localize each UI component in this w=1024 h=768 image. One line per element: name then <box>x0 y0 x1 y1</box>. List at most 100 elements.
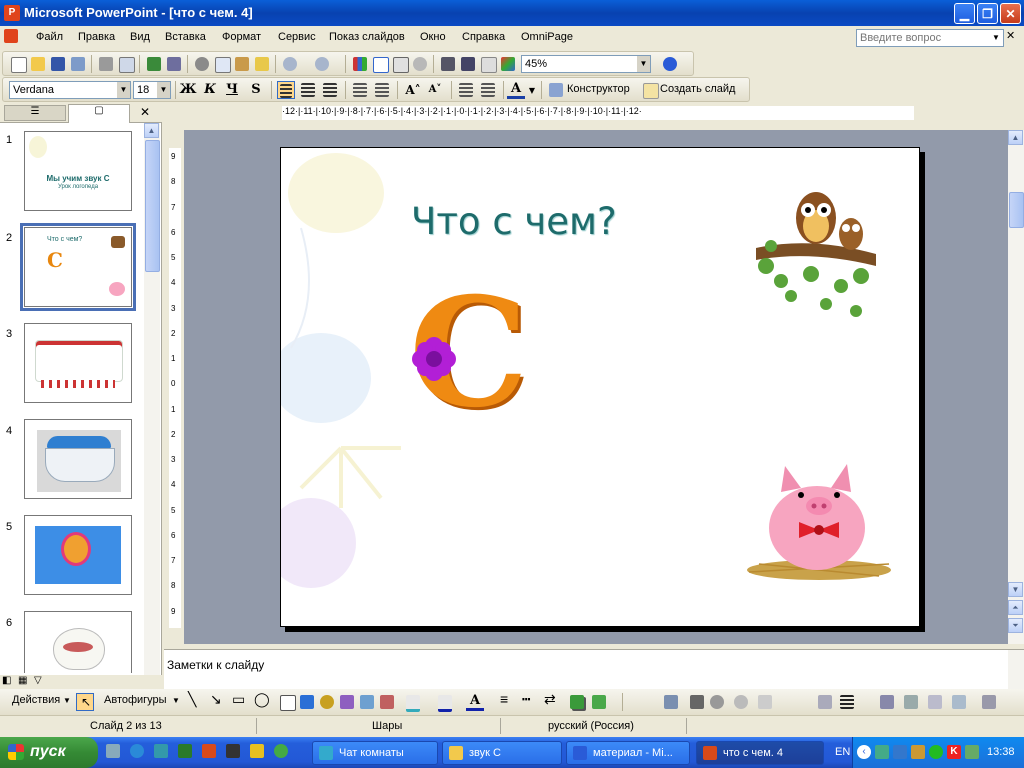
chevron-down-icon[interactable]: ▼ <box>63 696 71 705</box>
powerpoint-app-icon[interactable]: P <box>4 5 20 21</box>
bold-button[interactable]: Ж <box>179 81 197 99</box>
autoshapes-menu[interactable]: Автофигуры <box>104 694 167 706</box>
font-size-combo[interactable]: 18 ▼ <box>133 81 171 99</box>
3d-style-icon[interactable] <box>590 693 608 711</box>
close-button[interactable]: ✕ <box>1000 3 1021 24</box>
slides-pane-scrollbar[interactable]: ▲ <box>144 123 160 675</box>
slideshow-view-icon[interactable]: ▽ <box>34 675 42 686</box>
insert-chart-icon[interactable] <box>351 55 369 73</box>
format-picture-icon[interactable] <box>902 693 920 711</box>
brightness-icon[interactable] <box>732 693 750 711</box>
permission-icon[interactable] <box>69 55 87 73</box>
restore-button[interactable]: ❐ <box>977 3 998 24</box>
expand-all-icon[interactable] <box>439 55 457 73</box>
insert-diagram-icon[interactable] <box>411 55 429 73</box>
font-color-icon[interactable]: A <box>466 693 484 711</box>
slide-thumbnail-4[interactable] <box>24 419 132 499</box>
oval-icon[interactable]: ◯ <box>254 691 270 708</box>
slide-title[interactable]: Что с чем? <box>411 200 617 243</box>
browser-icon[interactable] <box>130 744 144 758</box>
menu-format[interactable]: Формат <box>222 31 261 43</box>
select-pointer-icon[interactable]: ↖ <box>76 693 94 711</box>
save-icon[interactable] <box>49 55 67 73</box>
slides-tab-icon[interactable]: ▢ <box>68 104 130 123</box>
slide-thumbnail-5[interactable] <box>24 515 132 595</box>
shadow-style-icon[interactable] <box>568 693 586 711</box>
clipart-icon[interactable] <box>338 693 356 711</box>
insert-image-icon[interactable] <box>378 693 396 711</box>
powerpoint-quick-icon[interactable] <box>202 744 216 758</box>
menu-tools[interactable]: Сервис <box>278 31 316 43</box>
designer-button[interactable]: Конструктор <box>567 83 630 95</box>
print-icon[interactable] <box>97 55 115 73</box>
line-icon[interactable]: ╲ <box>188 691 196 708</box>
align-center-icon[interactable] <box>299 81 317 99</box>
chevron-down-icon[interactable]: ▼ <box>172 696 180 705</box>
actions-menu[interactable]: Действия <box>12 694 60 706</box>
insert-picture-icon[interactable] <box>358 693 376 711</box>
chevron-down-icon[interactable]: ▼ <box>637 56 650 72</box>
slide-thumbnail-3[interactable] <box>24 323 132 403</box>
decrease-font-icon[interactable]: A˅ <box>425 81 445 99</box>
document-icon[interactable] <box>4 29 18 43</box>
group-icon[interactable] <box>980 693 998 711</box>
picture-color-icon[interactable] <box>688 693 706 711</box>
scroll-up-icon[interactable]: ▲ <box>1008 130 1023 145</box>
designer-icon[interactable] <box>547 81 565 99</box>
scroll-up-icon[interactable]: ▲ <box>144 123 159 138</box>
new-icon[interactable] <box>9 55 27 73</box>
show-desktop-icon[interactable] <box>106 744 120 758</box>
minimize-button[interactable]: ▁ <box>954 3 975 24</box>
previous-slide-icon[interactable]: ⏶ <box>1008 600 1023 615</box>
icq-icon[interactable] <box>929 745 943 759</box>
language-indicator[interactable]: EN <box>835 746 850 758</box>
undo-icon[interactable] <box>281 55 299 73</box>
task-word[interactable]: материал - Mi... <box>566 741 690 765</box>
chevron-down-icon[interactable]: ▼ <box>117 82 130 98</box>
menu-file[interactable]: Файл <box>36 31 63 43</box>
chevron-down-icon[interactable]: ▼ <box>989 30 1003 46</box>
close-document-icon[interactable]: ✕ <box>1006 29 1015 42</box>
cut-icon[interactable] <box>193 55 211 73</box>
chevron-down-icon[interactable]: ▼ <box>157 82 170 98</box>
dash-style-icon[interactable]: ┅ <box>522 691 530 708</box>
redo-icon[interactable] <box>313 55 331 73</box>
volume-icon[interactable] <box>965 745 979 759</box>
shadow-button[interactable]: S <box>247 81 265 99</box>
slide-scrollbar[interactable]: ▲ ▼ ⏶ ⏷ <box>1008 130 1024 644</box>
new-slide-icon[interactable] <box>641 81 659 99</box>
task-folder[interactable]: звук С <box>442 741 562 765</box>
rectangle-icon[interactable]: ▭ <box>232 691 245 708</box>
start-button[interactable]: пуск <box>0 737 98 768</box>
copy-icon[interactable] <box>213 55 231 73</box>
format-painter-icon[interactable] <box>253 55 271 73</box>
scroll-thumb[interactable] <box>1009 192 1024 228</box>
display-icon[interactable] <box>893 745 907 759</box>
menu-view[interactable]: Вид <box>130 31 150 43</box>
menu-help[interactable]: Справка <box>462 31 505 43</box>
owls-image[interactable] <box>751 186 881 321</box>
calculator-icon[interactable] <box>226 744 240 758</box>
diagram-icon[interactable] <box>318 693 336 711</box>
tray-app-icon[interactable] <box>911 745 925 759</box>
close-pane-icon[interactable]: ✕ <box>140 105 150 119</box>
slide-sorter-icon[interactable]: ▦ <box>18 675 27 686</box>
font-color-icon[interactable]: A <box>507 81 525 99</box>
color-grayscale-icon[interactable] <box>499 55 517 73</box>
tables-borders-icon[interactable] <box>391 55 409 73</box>
open-icon[interactable] <box>29 55 47 73</box>
textbox-icon[interactable] <box>278 693 296 711</box>
menu-insert[interactable]: Вставка <box>165 31 206 43</box>
normal-view-icon[interactable]: ◧ <box>2 675 11 686</box>
network-icon[interactable] <box>875 745 889 759</box>
rotate-icon[interactable] <box>816 693 834 711</box>
menu-edit[interactable]: Правка <box>78 31 115 43</box>
reset-picture-icon[interactable] <box>950 693 968 711</box>
new-slide-button[interactable]: Создать слайд <box>660 83 735 95</box>
chevron-down-icon[interactable]: ▼ <box>527 81 537 99</box>
task-powerpoint[interactable]: что с чем. 4 <box>696 741 824 765</box>
bullets-icon[interactable] <box>373 81 391 99</box>
notes-scrollbar[interactable] <box>1008 650 1024 690</box>
increase-font-icon[interactable]: A˄ <box>403 81 423 99</box>
contrast-icon[interactable] <box>708 693 726 711</box>
